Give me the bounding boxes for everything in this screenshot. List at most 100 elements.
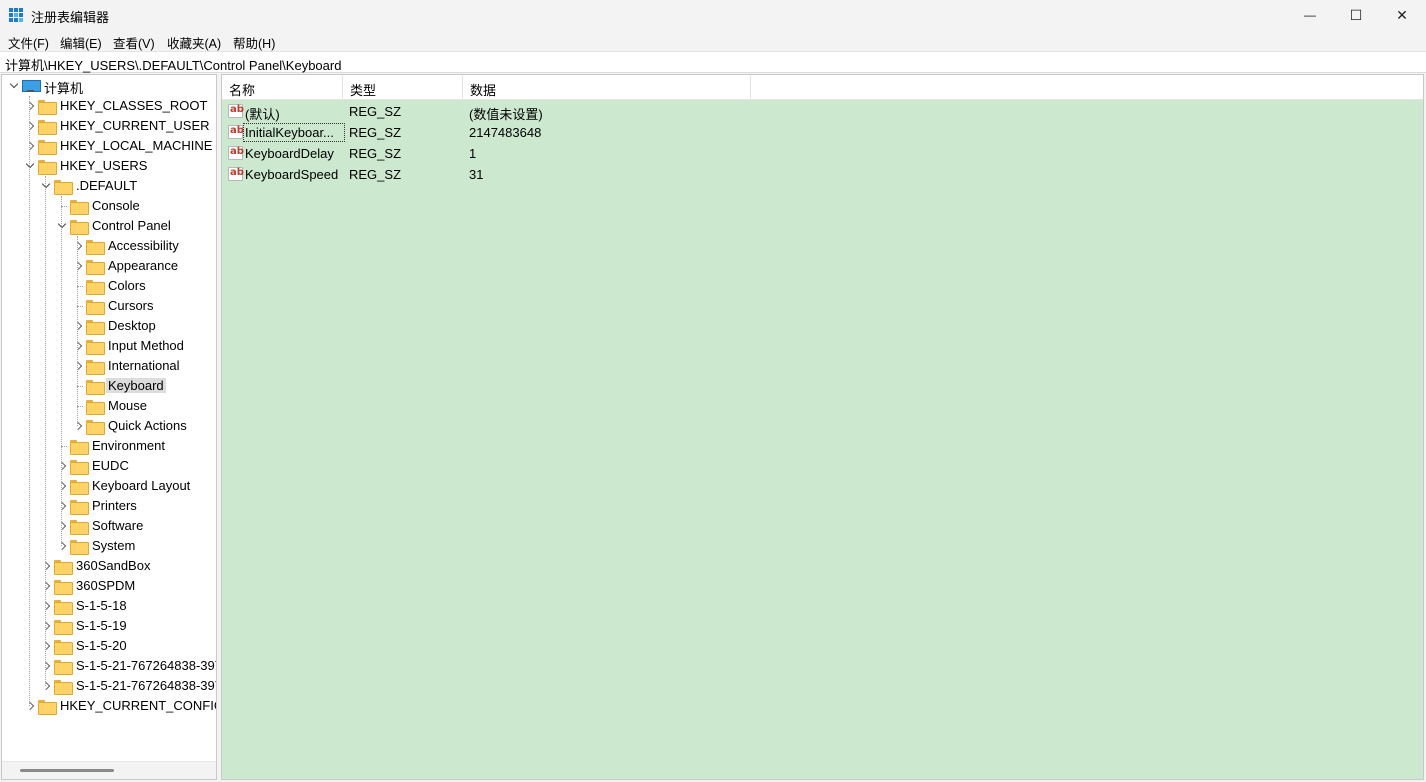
tree-item-label: Environment bbox=[92, 438, 165, 453]
tree-item-label: 计算机 bbox=[44, 81, 84, 96]
column-data-label: 数据 bbox=[470, 83, 497, 98]
chevron-down-icon[interactable] bbox=[56, 220, 68, 232]
chevron-right-icon[interactable] bbox=[56, 500, 68, 512]
tree-item-label: Cursors bbox=[108, 298, 154, 313]
tree-item[interactable]: S-1-5-19 bbox=[2, 616, 216, 636]
tree-item[interactable]: HKEY_USERS bbox=[2, 156, 216, 176]
tree-item[interactable]: Appearance bbox=[2, 256, 216, 276]
tree-item[interactable]: 计算机 bbox=[2, 76, 216, 96]
value-row[interactable]: (默认) REG_SZ (数值未设置) bbox=[222, 101, 1423, 122]
chevron-right-icon[interactable] bbox=[40, 600, 52, 612]
tree-item[interactable]: HKEY_CLASSES_ROOT bbox=[2, 96, 216, 116]
computer-icon bbox=[22, 80, 41, 93]
chevron-right-icon[interactable] bbox=[40, 660, 52, 672]
tree-item[interactable]: S-1-5-21-767264838-397 bbox=[2, 676, 216, 696]
close-button[interactable]: ✕ bbox=[1379, 0, 1425, 30]
chevron-right-icon[interactable] bbox=[24, 120, 36, 132]
tree-item[interactable]: Environment bbox=[2, 436, 216, 456]
chevron-right-icon[interactable] bbox=[56, 480, 68, 492]
value-data: 2147483648 bbox=[469, 125, 542, 140]
tree-item[interactable]: Quick Actions bbox=[2, 416, 216, 436]
menu-edit[interactable]: 编辑(E) bbox=[60, 33, 102, 52]
menu-file[interactable]: 文件(F) bbox=[8, 33, 49, 52]
horizontal-scrollbar-thumb[interactable] bbox=[20, 769, 114, 772]
tree-item[interactable]: HKEY_CURRENT_CONFIG bbox=[2, 696, 216, 716]
chevron-right-icon[interactable] bbox=[24, 700, 36, 712]
chevron-right-icon[interactable] bbox=[72, 320, 84, 332]
chevron-right-icon[interactable] bbox=[24, 140, 36, 152]
chevron-right-icon[interactable] bbox=[24, 100, 36, 112]
tree-item-label: EUDC bbox=[92, 458, 129, 473]
column-header-name[interactable]: 名称 bbox=[222, 75, 343, 99]
tree-item[interactable]: Cursors bbox=[2, 296, 216, 316]
tree-item[interactable]: Accessibility bbox=[2, 236, 216, 256]
tree-item-label: S-1-5-19 bbox=[76, 618, 127, 633]
tree-item[interactable]: HKEY_CURRENT_USER bbox=[2, 116, 216, 136]
tree-item[interactable]: EUDC bbox=[2, 456, 216, 476]
folder-icon bbox=[54, 680, 73, 695]
tree-item[interactable]: Software bbox=[2, 516, 216, 536]
folder-icon bbox=[86, 420, 105, 435]
chevron-right-icon[interactable] bbox=[72, 240, 84, 252]
string-value-icon bbox=[228, 125, 244, 139]
tree-item[interactable]: Input Method bbox=[2, 336, 216, 356]
tree-item[interactable]: 360SPDM bbox=[2, 576, 216, 596]
menu-view[interactable]: 查看(V) bbox=[113, 33, 155, 52]
tree-item[interactable]: Keyboard bbox=[2, 376, 216, 396]
tree-item[interactable]: 360SandBox bbox=[2, 556, 216, 576]
tree-item[interactable]: Console bbox=[2, 196, 216, 216]
chevron-right-icon[interactable] bbox=[56, 520, 68, 532]
chevron-right-icon[interactable] bbox=[72, 340, 84, 352]
tree-item-label: Input Method bbox=[108, 338, 184, 353]
chevron-right-icon[interactable] bbox=[56, 540, 68, 552]
value-row[interactable]: KeyboardDelay REG_SZ 1 bbox=[222, 143, 1423, 164]
tree-item[interactable]: Keyboard Layout bbox=[2, 476, 216, 496]
maximize-button[interactable]: ☐ bbox=[1333, 0, 1379, 30]
tree-item[interactable]: Printers bbox=[2, 496, 216, 516]
chevron-down-icon[interactable] bbox=[8, 80, 20, 92]
tree-item[interactable]: S-1-5-18 bbox=[2, 596, 216, 616]
key-tree-pane[interactable]: 计算机 HKEY_CLASSES_ROOT HKEY_CURRENT_USER HKE… bbox=[1, 74, 217, 780]
tree-item[interactable]: S-1-5-21-767264838-397 bbox=[2, 656, 217, 676]
tree-item[interactable]: International bbox=[2, 356, 216, 376]
chevron-right-icon[interactable] bbox=[40, 580, 52, 592]
tree-item-label: S-1-5-20 bbox=[76, 638, 127, 653]
folder-icon bbox=[70, 520, 89, 535]
menu-help[interactable]: 帮助(H) bbox=[233, 33, 275, 52]
value-row[interactable]: InitialKeyboar... REG_SZ 2147483648 bbox=[222, 122, 1423, 143]
column-header-data[interactable]: 数据 bbox=[463, 75, 751, 99]
folder-icon bbox=[86, 360, 105, 375]
chevron-right-icon[interactable] bbox=[40, 620, 52, 632]
values-list-pane[interactable]: 名称 类型 数据 (默认)REG_SZ(数值未设置)InitialKeyboar… bbox=[221, 74, 1424, 780]
column-header-type[interactable]: 类型 bbox=[343, 75, 463, 99]
tree-item[interactable]: Control Panel bbox=[2, 216, 216, 236]
chevron-down-icon[interactable] bbox=[24, 160, 36, 172]
tree-item-label: S-1-5-21-767264838-397 bbox=[76, 658, 217, 673]
string-value-icon bbox=[228, 167, 244, 181]
chevron-right-icon[interactable] bbox=[56, 460, 68, 472]
tree-item[interactable]: Colors bbox=[2, 276, 216, 296]
tree-item-label: 360SandBox bbox=[76, 558, 151, 573]
chevron-right-icon[interactable] bbox=[72, 420, 84, 432]
folder-icon bbox=[70, 440, 89, 455]
tree-item[interactable]: System bbox=[2, 536, 216, 556]
value-row[interactable]: KeyboardSpeed REG_SZ 31 bbox=[222, 164, 1423, 185]
address-bar[interactable]: 计算机\HKEY_USERS\.DEFAULT\Control Panel\Ke… bbox=[0, 51, 1426, 73]
chevron-down-icon[interactable] bbox=[40, 180, 52, 192]
chevron-right-icon[interactable] bbox=[40, 640, 52, 652]
tree-item[interactable]: HKEY_LOCAL_MACHINE bbox=[2, 136, 216, 156]
chevron-right-icon[interactable] bbox=[40, 560, 52, 572]
tree-item[interactable]: Mouse bbox=[2, 396, 216, 416]
chevron-right-icon[interactable] bbox=[40, 680, 52, 692]
menu-favorites[interactable]: 收藏夹(A) bbox=[167, 33, 221, 52]
list-header: 名称 类型 数据 bbox=[222, 75, 1423, 100]
tree-item[interactable]: .DEFAULT bbox=[2, 176, 216, 196]
chevron-right-icon[interactable] bbox=[72, 360, 84, 372]
folder-icon bbox=[70, 460, 89, 475]
tree-item[interactable]: S-1-5-20 bbox=[2, 636, 216, 656]
folder-icon bbox=[38, 100, 57, 115]
folder-icon bbox=[38, 700, 57, 715]
chevron-right-icon[interactable] bbox=[72, 260, 84, 272]
minimize-button[interactable]: — bbox=[1287, 0, 1333, 30]
tree-item[interactable]: Desktop bbox=[2, 316, 216, 336]
